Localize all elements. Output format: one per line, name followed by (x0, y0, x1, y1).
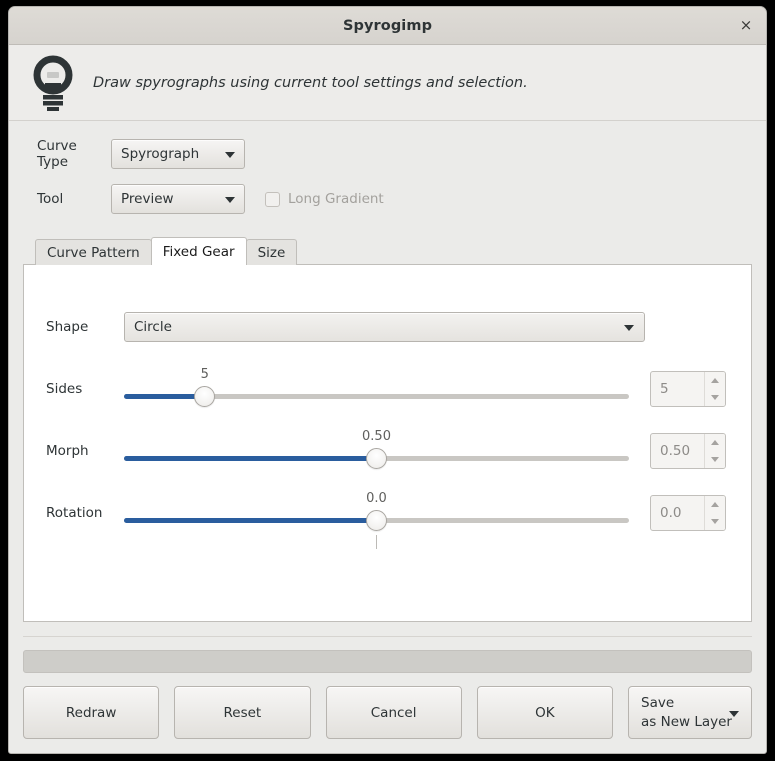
chevron-down-icon (624, 325, 634, 331)
spinner-down-icon[interactable] (705, 451, 725, 468)
spinner-up-icon[interactable] (705, 496, 725, 513)
sides-spinner-value[interactable]: 5 (651, 372, 704, 406)
tool-value: Preview (121, 191, 174, 207)
save-line-1: Save (641, 695, 675, 712)
save-button-text: Save as New Layer (641, 694, 732, 730)
shape-dropdown[interactable]: Circle (124, 312, 645, 342)
morph-row: Morph 0.50 0.50 (46, 429, 729, 473)
rotation-value-label: 0.0 (366, 491, 387, 506)
spyrogimp-dialog: Spyrogimp × Draw spyrographs using curre… (8, 6, 767, 754)
description-banner: Draw spyrographs using current tool sett… (9, 45, 766, 121)
tab-curve-pattern[interactable]: Curve Pattern (35, 239, 152, 265)
curve-type-row: Curve Type Spyrograph (23, 135, 752, 173)
spinner-down-icon[interactable] (705, 389, 725, 406)
notebook: Curve Pattern Fixed Gear Size Shape Circ… (23, 237, 752, 622)
save-line-2: as New Layer (641, 713, 732, 730)
chevron-down-icon (225, 152, 235, 158)
tool-row: Tool Preview Long Gradient (23, 180, 752, 218)
reset-button[interactable]: Reset (174, 686, 311, 739)
cancel-button[interactable]: Cancel (325, 686, 462, 739)
morph-label: Morph (46, 443, 89, 459)
shape-row: Shape Circle (46, 305, 729, 349)
shape-value: Circle (134, 319, 172, 335)
sides-label: Sides (46, 381, 83, 397)
redraw-button[interactable]: Redraw (23, 686, 160, 739)
curve-type-dropdown[interactable]: Spyrograph (111, 139, 245, 169)
rotation-spinner[interactable]: 0.0 (650, 495, 726, 531)
sides-spinner[interactable]: 5 (650, 371, 726, 407)
spinner-up-icon[interactable] (705, 434, 725, 451)
curve-type-label: Curve Type (37, 138, 77, 170)
close-icon[interactable]: × (735, 15, 757, 37)
progress-bar (23, 649, 752, 673)
slider-handle[interactable] (366, 510, 387, 531)
description-text: Draw spyrographs using current tool sett… (93, 74, 528, 91)
tab-fixed-gear[interactable]: Fixed Gear (150, 237, 247, 265)
long-gradient-label: Long Gradient (288, 191, 384, 207)
curve-type-value: Spyrograph (121, 146, 200, 162)
tab-strip: Curve Pattern Fixed Gear Size (23, 237, 752, 265)
chevron-down-icon (225, 197, 235, 203)
spinner-down-icon[interactable] (705, 513, 725, 530)
long-gradient-checkbox-wrap[interactable]: Long Gradient (265, 191, 384, 207)
dialog-body: Curve Type Spyrograph Tool Preview Long … (9, 121, 766, 622)
morph-spinner[interactable]: 0.50 (650, 433, 726, 469)
tool-label: Tool (37, 191, 64, 207)
slider-fill (124, 394, 205, 399)
chevron-down-icon[interactable] (729, 710, 739, 717)
save-as-new-layer-button[interactable]: Save as New Layer (628, 686, 752, 739)
sides-spinner-buttons (704, 372, 725, 406)
ok-button[interactable]: OK (476, 686, 613, 739)
title-bar: Spyrogimp × (9, 7, 766, 45)
spinner-up-icon[interactable] (705, 372, 725, 389)
shape-label: Shape (46, 319, 89, 335)
slider-center-tick (376, 535, 377, 549)
long-gradient-checkbox[interactable] (265, 191, 280, 207)
sides-row: Sides 5 5 (46, 367, 729, 411)
lightbulb-icon (33, 55, 73, 111)
action-bar: Redraw Reset Cancel OK Save as New Layer (9, 673, 766, 753)
rotation-row: Rotation 0.0 0.0 (46, 491, 729, 549)
window-title: Spyrogimp (342, 17, 433, 34)
slider-fill (124, 456, 377, 461)
morph-slider[interactable]: 0.50 (124, 429, 629, 473)
tab-panel-fixed-gear: Shape Circle Sides 5 5 Morph 0.50 0.50 R… (23, 264, 752, 622)
slider-handle[interactable] (366, 448, 387, 469)
morph-value-label: 0.50 (362, 429, 391, 444)
sides-value-label: 5 (200, 367, 209, 382)
footer-divider (23, 636, 752, 637)
morph-spinner-value[interactable]: 0.50 (651, 434, 704, 468)
slider-handle[interactable] (194, 386, 216, 407)
rotation-label: Rotation (46, 505, 103, 521)
tab-size[interactable]: Size (245, 239, 298, 265)
sides-slider[interactable]: 5 (124, 367, 629, 411)
morph-spinner-buttons (704, 434, 725, 468)
rotation-slider[interactable]: 0.0 (124, 491, 629, 549)
tool-dropdown[interactable]: Preview (111, 184, 245, 214)
rotation-spinner-value[interactable]: 0.0 (651, 496, 704, 530)
rotation-spinner-buttons (704, 496, 725, 530)
slider-fill (124, 518, 377, 523)
